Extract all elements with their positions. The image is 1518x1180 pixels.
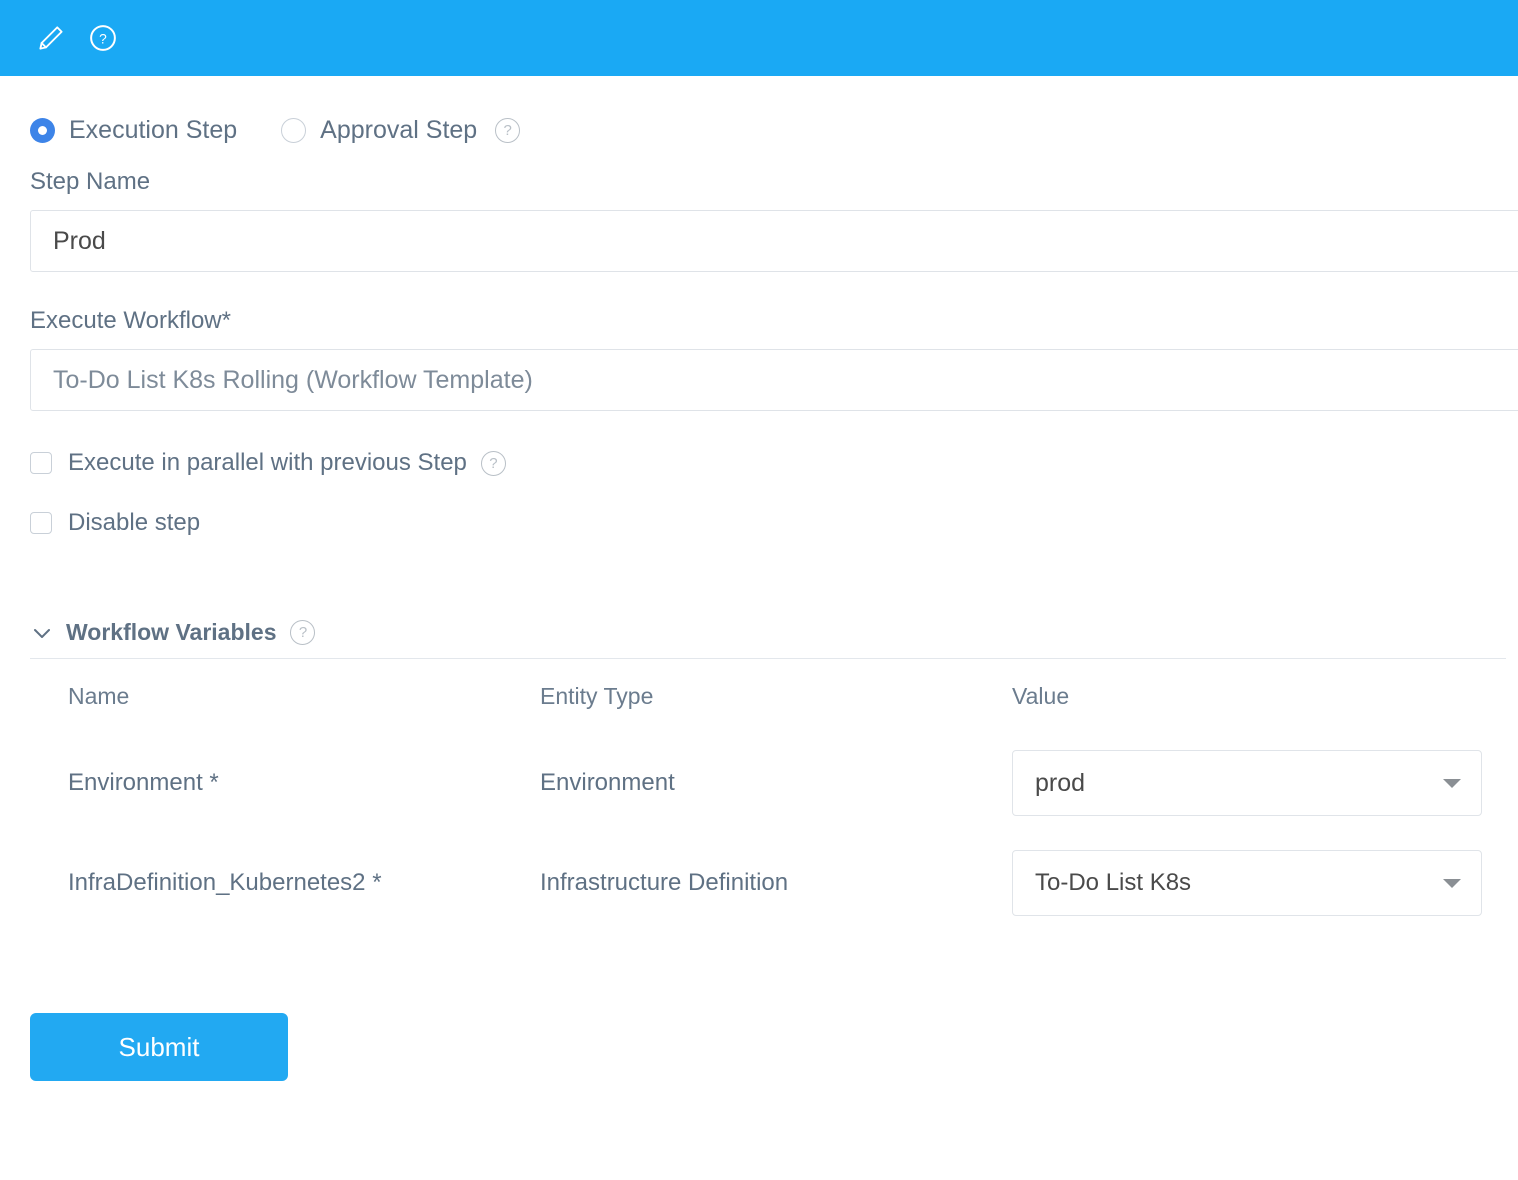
table-row: Environment * Environment prod	[68, 733, 1506, 833]
radio-execution-step-mark[interactable]	[30, 117, 55, 143]
radio-execution-step-label: Execution Step	[69, 115, 238, 144]
step-type-radio-group: Execution Step Approval Step ?	[0, 76, 1518, 148]
workflow-variables-header[interactable]: Workflow Variables ?	[30, 619, 1506, 659]
step-name-input[interactable]	[30, 210, 1518, 272]
workflow-variables-section: Workflow Variables ? Name Entity Type Va…	[0, 619, 1518, 933]
checkbox-disable-step-box[interactable]	[30, 512, 52, 534]
radio-approval-step-label: Approval Step	[320, 115, 478, 144]
top-header-bar: ?	[0, 0, 1518, 76]
variable-name-cell: InfraDefinition_Kubernetes2 *	[68, 869, 540, 897]
variable-value-cell: To-Do List K8s	[1012, 850, 1482, 916]
infradefinition-value-select[interactable]: To-Do List K8s	[1012, 850, 1482, 916]
checkbox-execute-in-parallel-box[interactable]	[30, 452, 52, 474]
execute-workflow-label: Execute Workflow*	[30, 307, 231, 334]
variable-name-cell: Environment *	[68, 769, 540, 797]
chevron-down-icon[interactable]	[1443, 879, 1461, 888]
column-header-entity-type-label: Entity Type	[540, 682, 654, 709]
help-circle-icon[interactable]: ?	[86, 21, 120, 55]
table-header-row: Name Entity Type Value	[68, 659, 1506, 733]
column-header-name: Name	[68, 683, 540, 710]
step-name-label: Step Name	[30, 168, 151, 195]
variable-value-cell: prod	[1012, 750, 1482, 816]
step-type-help-icon[interactable]: ?	[495, 117, 521, 143]
variable-name-infradefinition: InfraDefinition_Kubernetes2 *	[68, 869, 382, 896]
workflow-variables-table: Name Entity Type Value Environment * Env…	[30, 659, 1506, 933]
checkbox-disable-step[interactable]: Disable step	[0, 509, 1518, 537]
checkbox-execute-in-parallel-label: Execute in parallel with previous Step	[68, 449, 467, 476]
workflow-variables-title: Workflow Variables	[66, 619, 277, 645]
form-body: Execution Step Approval Step ? Step Name…	[0, 76, 1518, 1081]
workflow-variables-help-icon[interactable]: ?	[290, 620, 316, 645]
radio-approval-step-mark[interactable]	[281, 117, 307, 143]
variable-entity-type-infradefinition: Infrastructure Definition	[540, 869, 789, 896]
variable-entity-type-environment: Environment	[540, 769, 675, 796]
radio-approval-step[interactable]: Approval Step	[281, 116, 477, 145]
infradefinition-value-selected-label: To-Do List K8s	[1035, 869, 1192, 896]
variable-entity-type-cell: Infrastructure Definition	[540, 869, 1012, 897]
submit-button[interactable]: Submit	[30, 1013, 288, 1081]
table-row: InfraDefinition_Kubernetes2 * Infrastruc…	[68, 833, 1506, 933]
execute-in-parallel-help-icon[interactable]: ?	[480, 450, 506, 476]
column-header-value-label: Value	[1012, 682, 1070, 709]
environment-value-select[interactable]: prod	[1012, 750, 1482, 816]
execute-workflow-input[interactable]	[30, 349, 1518, 411]
variable-entity-type-cell: Environment	[540, 769, 1012, 797]
execute-workflow-field-group: Execute Workflow*	[0, 307, 1518, 411]
pencil-icon[interactable]	[34, 21, 68, 55]
chevron-down-icon[interactable]	[1443, 779, 1461, 788]
chevron-down-icon[interactable]	[30, 621, 54, 645]
column-header-name-label: Name	[68, 682, 130, 709]
checkbox-disable-step-label: Disable step	[68, 509, 201, 536]
radio-execution-step[interactable]: Execution Step	[30, 116, 237, 145]
column-header-value: Value	[1012, 683, 1312, 710]
checkbox-execute-in-parallel[interactable]: Execute in parallel with previous Step ?	[0, 449, 1518, 477]
column-header-entity-type: Entity Type	[540, 683, 1012, 710]
environment-value-selected-label: prod	[1035, 768, 1086, 797]
step-name-field-group: Step Name	[0, 168, 1518, 272]
svg-text:?: ?	[99, 32, 107, 47]
variable-name-environment: Environment *	[68, 769, 219, 796]
submit-button-container: Submit	[0, 933, 1518, 1081]
